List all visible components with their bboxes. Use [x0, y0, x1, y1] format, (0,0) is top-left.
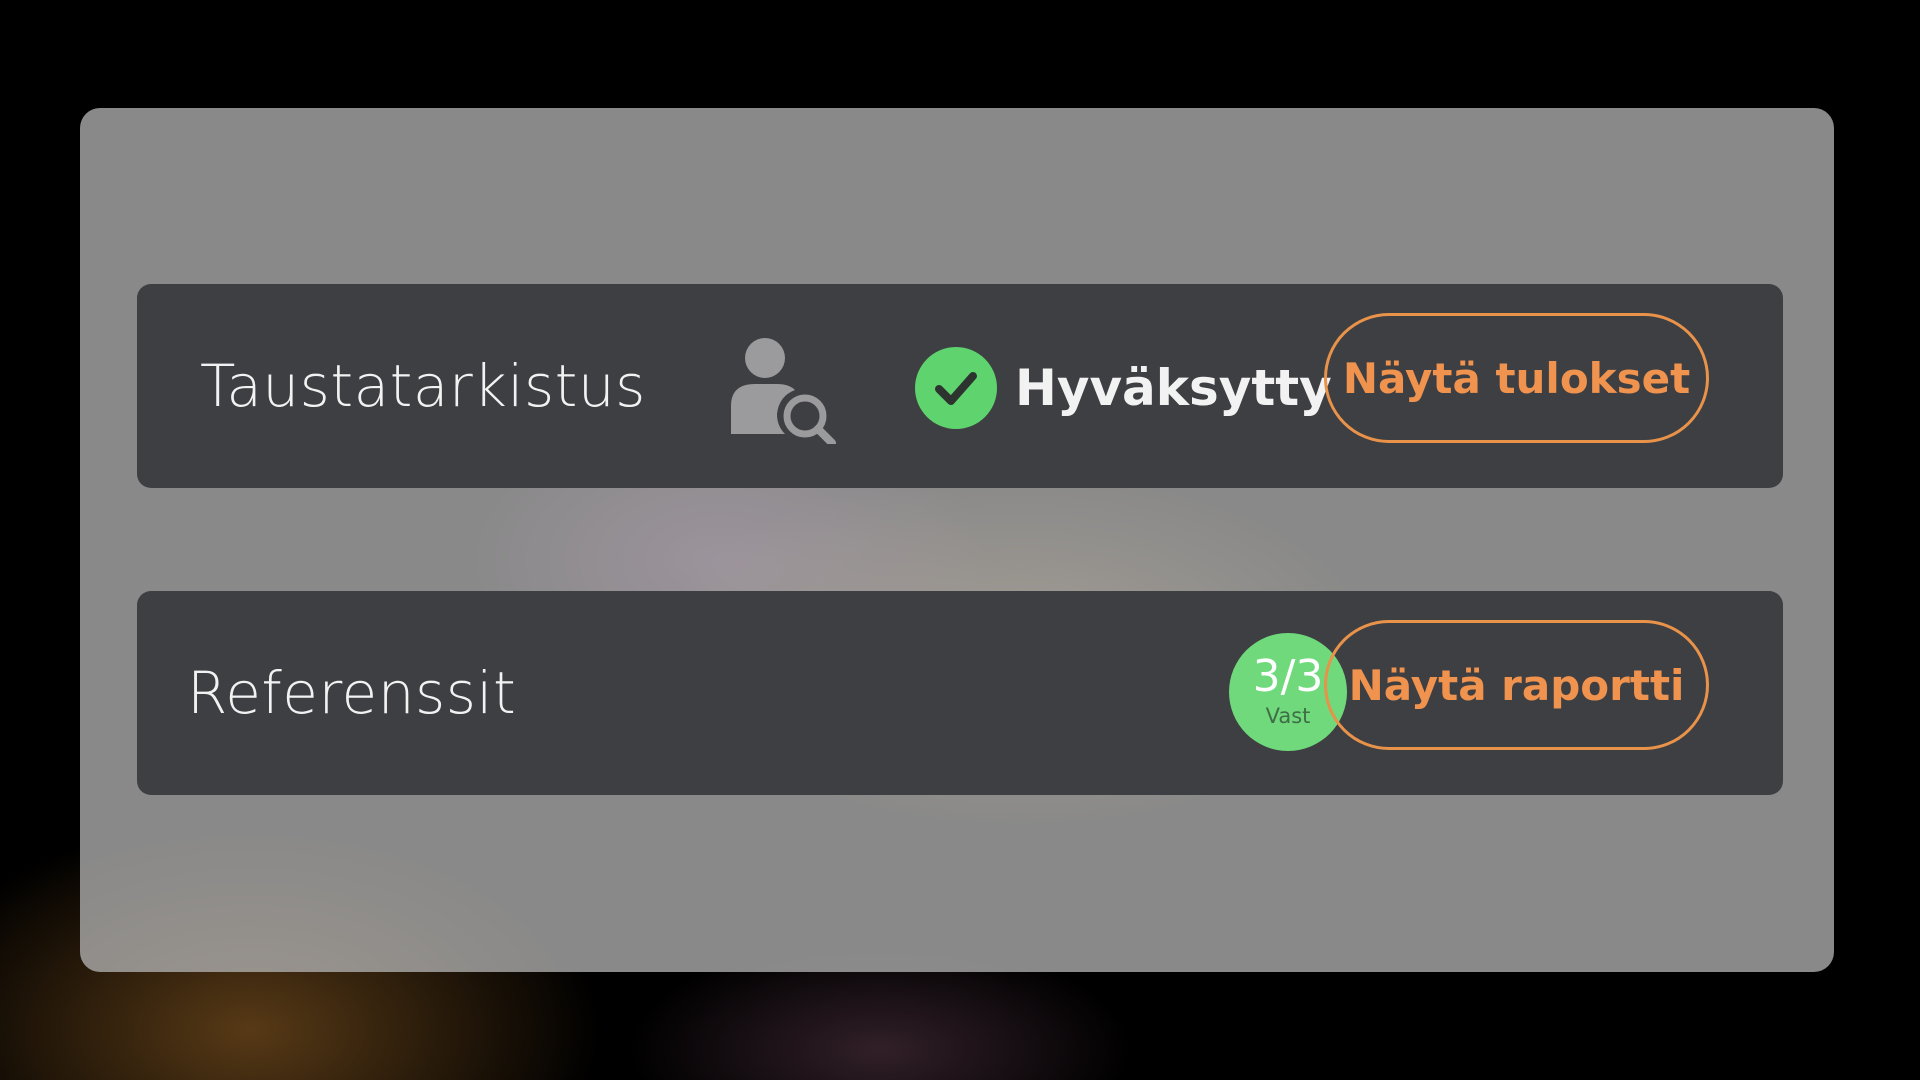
- references-count-value: 3/3: [1252, 651, 1324, 702]
- status-label: Hyväksytty: [1015, 359, 1332, 417]
- checkmark-icon: [935, 372, 977, 405]
- references-count-label: Vast: [1265, 704, 1311, 728]
- view-results-button[interactable]: Näytä tulokset: [1324, 313, 1709, 443]
- references-card: Referenssit 3/3 Vast Näytä raportti: [137, 591, 1783, 795]
- status-approved: Hyväksytty: [915, 346, 1332, 430]
- check-circle-icon: [915, 347, 997, 429]
- background-check-card: Taustatarkistus Hyväksytty Näytä tulokse…: [137, 284, 1783, 488]
- background-check-title: Taustatarkistus: [200, 352, 646, 420]
- person-search-icon: [731, 338, 836, 444]
- references-title: Referenssit: [187, 659, 517, 727]
- verification-panel: Taustatarkistus Hyväksytty Näytä tulokse…: [80, 108, 1834, 972]
- view-report-button[interactable]: Näytä raportti: [1324, 620, 1709, 750]
